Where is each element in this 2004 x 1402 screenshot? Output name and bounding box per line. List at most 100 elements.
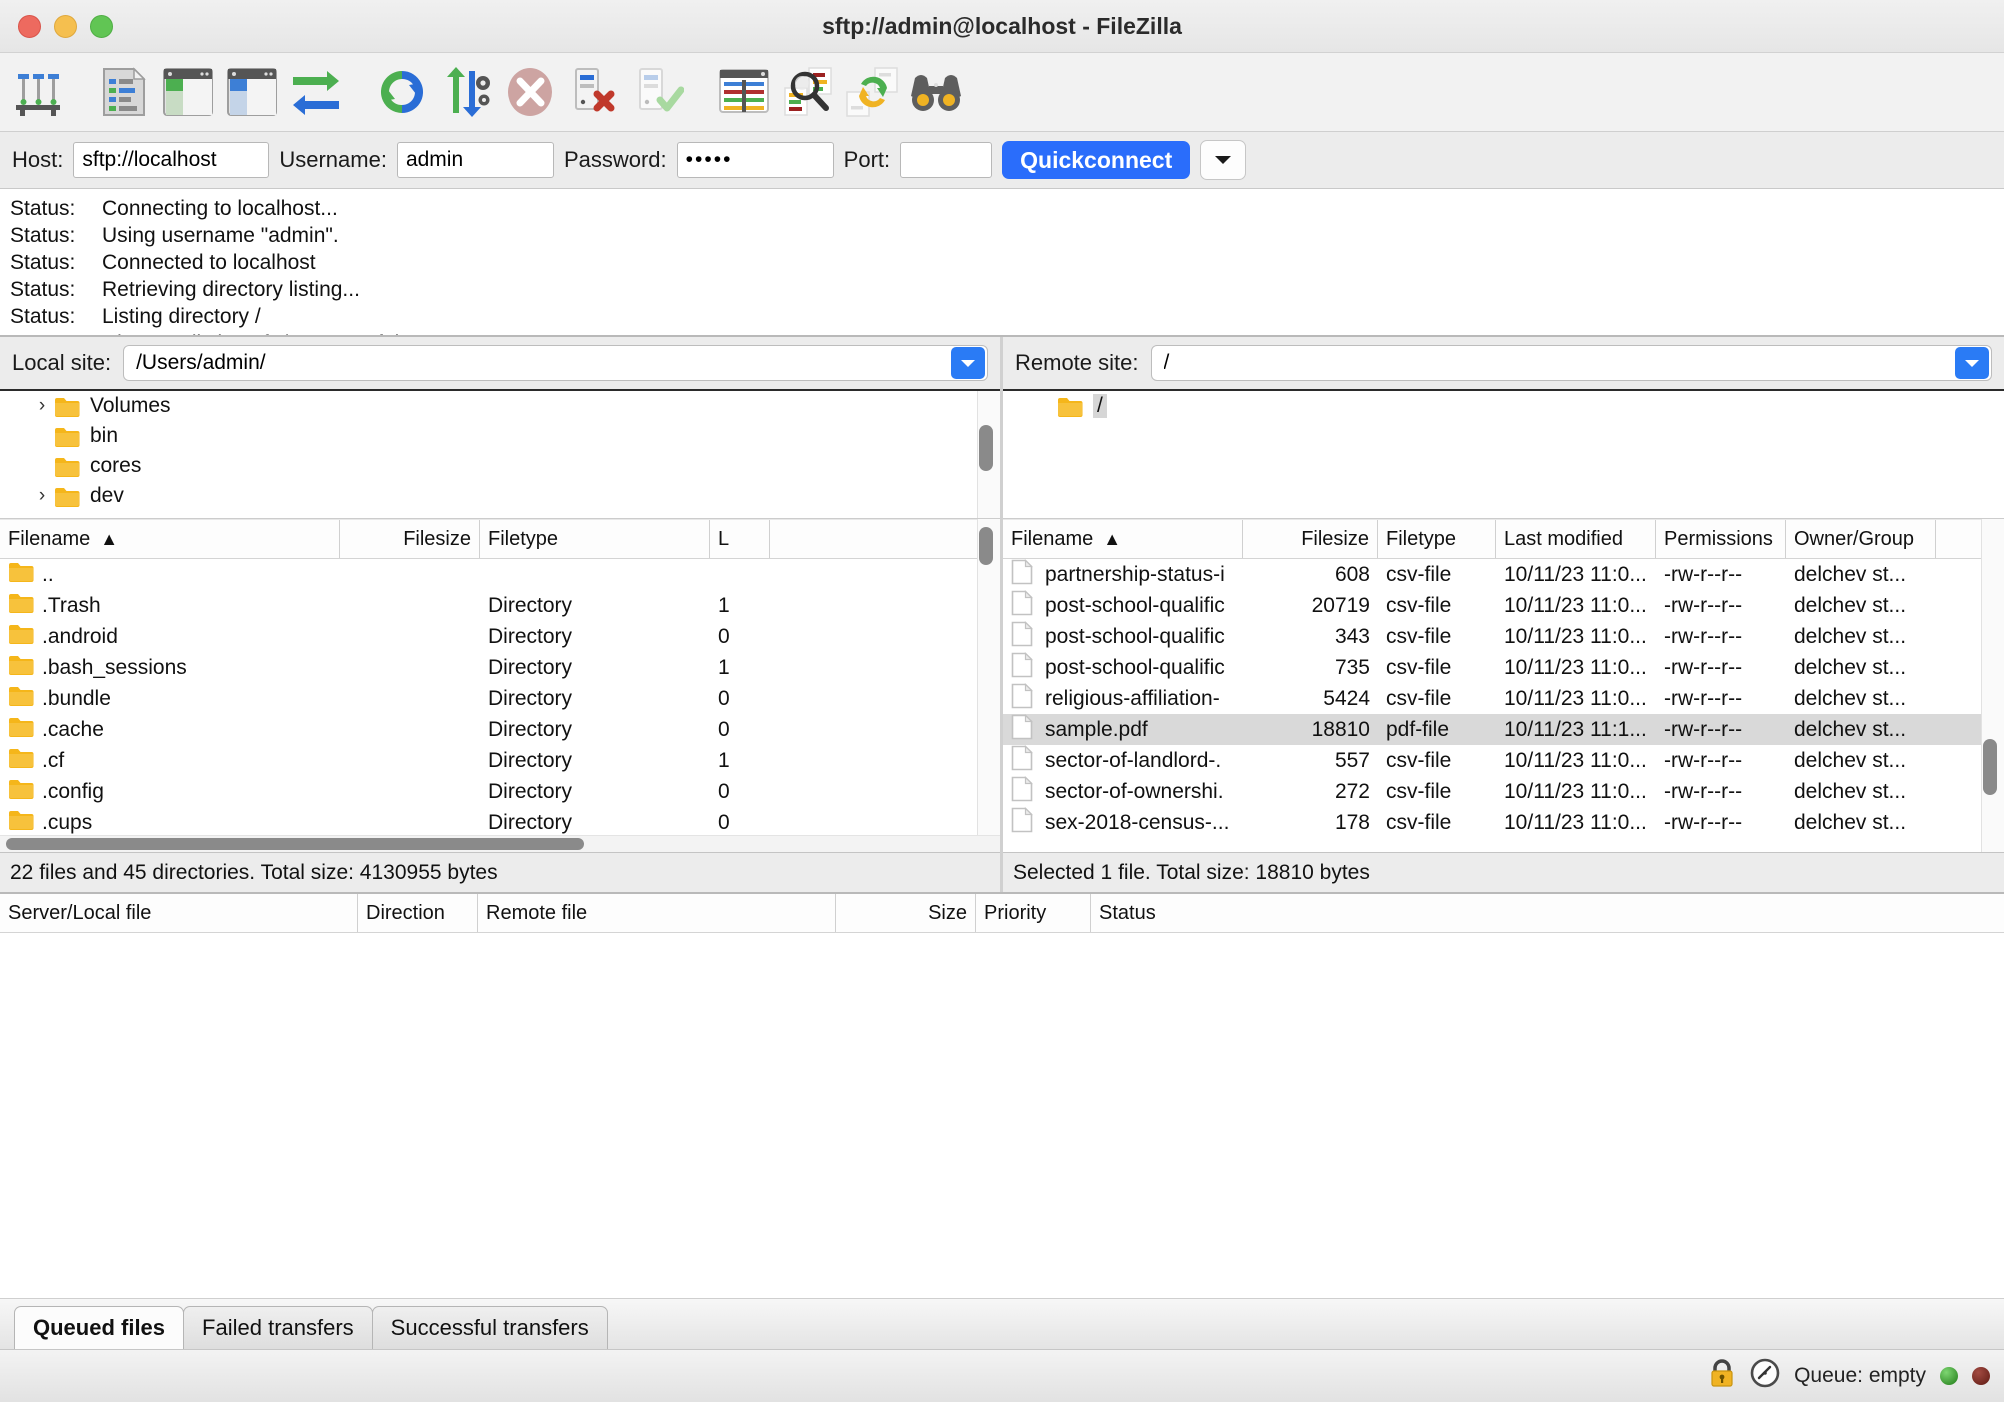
- local-table-row[interactable]: .cf Directory 1: [0, 745, 1000, 776]
- toggle-remote-tree-icon[interactable]: [222, 62, 282, 122]
- site-manager-icon[interactable]: [8, 62, 68, 122]
- local-site-dropdown-button[interactable]: [951, 347, 985, 379]
- find-files-icon[interactable]: [906, 62, 966, 122]
- remote-file-list[interactable]: Filename ▲ Filesize Filetype Last modifi…: [1003, 519, 2004, 852]
- local-tree-item[interactable]: bin: [0, 421, 1000, 451]
- close-window-button[interactable]: [18, 14, 41, 38]
- queue-column-priority[interactable]: Priority: [976, 894, 1091, 932]
- local-tree-item[interactable]: cores: [0, 451, 1000, 481]
- tab-failed-transfers[interactable]: Failed transfers: [183, 1306, 373, 1349]
- remote-column-filename[interactable]: Filename ▲: [1003, 520, 1243, 558]
- file-icon: [1011, 683, 1033, 708]
- remote-column-filetype[interactable]: Filetype: [1378, 520, 1496, 558]
- chevron-right-icon[interactable]: ›: [30, 485, 54, 507]
- local-list-hscrollbar-thumb[interactable]: [6, 838, 584, 850]
- remote-directory-tree[interactable]: /: [1003, 391, 2004, 519]
- local-table-row[interactable]: .Trash Directory 1: [0, 590, 1000, 621]
- remote-table-row[interactable]: post-school-qualific 343 csv-file 10/11/23 …: [1003, 621, 2004, 652]
- password-input[interactable]: [676, 142, 834, 178]
- remote-column-lastmodified[interactable]: Last modified: [1496, 520, 1656, 558]
- local-list-scrollbar-thumb[interactable]: [979, 527, 993, 565]
- tab-successful-transfers[interactable]: Successful transfers: [371, 1306, 608, 1349]
- port-label: Port:: [843, 147, 891, 172]
- remote-tree-item[interactable]: /: [1003, 391, 2004, 421]
- disconnect-icon[interactable]: [564, 62, 624, 122]
- local-file-list[interactable]: Filename ▲ Filesize Filetype L .. .Trash D…: [0, 519, 1000, 852]
- remote-column-permissions[interactable]: Permissions: [1656, 520, 1786, 558]
- remote-cell-filename-text: sex-2018-census-...: [1045, 810, 1230, 834]
- quickconnect-button[interactable]: Quickconnect: [1002, 141, 1191, 179]
- remote-cell-permissions: -rw-r--r--: [1664, 593, 1743, 617]
- minimize-window-button[interactable]: [54, 14, 77, 38]
- queue-column-status[interactable]: Status: [1091, 894, 1291, 932]
- cancel-icon[interactable]: [500, 62, 560, 122]
- local-site-input[interactable]: /Users/admin/: [123, 345, 988, 381]
- tab-queued-files[interactable]: Queued files: [14, 1306, 185, 1349]
- toggle-local-tree-icon[interactable]: [158, 62, 218, 122]
- remote-table-row[interactable]: partnership-status-i 608 csv-file 10/11/23 …: [1003, 559, 2004, 590]
- queue-column-serverlocalfile[interactable]: Server/Local file: [0, 894, 358, 932]
- remote-list-scroll-track[interactable]: [1981, 519, 2004, 852]
- transfer-queue-body[interactable]: [0, 933, 2004, 1298]
- remote-table-row[interactable]: sector-of-ownershi. 272 csv-file 10/11/23 1…: [1003, 776, 2004, 807]
- local-tree-item[interactable]: › dev: [0, 481, 1000, 511]
- port-input[interactable]: [900, 142, 993, 178]
- local-cell-filesize: [340, 652, 480, 683]
- quickconnect-dropdown-button[interactable]: [1200, 140, 1247, 180]
- remote-list-scrollbar-thumb[interactable]: [1983, 739, 1997, 795]
- local-cell-filetype: Directory: [488, 655, 573, 679]
- local-cell-filename-text: ..: [42, 562, 54, 586]
- reconnect-icon[interactable]: [628, 62, 688, 122]
- remote-file-rows[interactable]: partnership-status-i 608 csv-file 10/11/23 …: [1003, 559, 2004, 852]
- quickconnect-bar: Host: Username: Password: Port: Quickcon…: [0, 132, 2004, 189]
- compare-directories-icon[interactable]: [778, 62, 838, 122]
- local-table-row[interactable]: .config Directory 0: [0, 776, 1000, 807]
- queue-column-size[interactable]: Size: [836, 894, 976, 932]
- folder-icon: [9, 656, 34, 675]
- local-list-scroll-track[interactable]: [977, 519, 1000, 852]
- local-cell-lastmodified: 1: [718, 748, 730, 772]
- chevron-right-icon[interactable]: ›: [30, 395, 54, 417]
- maximize-window-button[interactable]: [90, 14, 113, 38]
- local-table-row[interactable]: .bundle Directory 0: [0, 683, 1000, 714]
- file-icon: [1011, 652, 1033, 677]
- remote-table-row[interactable]: sample.pdf 18810 pdf-file 10/11/23 11:1... -…: [1003, 714, 2004, 745]
- local-cell-filetype: Directory: [488, 593, 573, 617]
- message-log[interactable]: Status: Connecting to localhost... Status:…: [0, 189, 2004, 337]
- filter-icon[interactable]: [714, 62, 774, 122]
- remote-table-row[interactable]: sector-of-landlord-. 557 csv-file 10/11/23 …: [1003, 745, 2004, 776]
- local-list-hscrollbar[interactable]: [0, 835, 1000, 852]
- local-table-row[interactable]: .bash_sessions Directory 1: [0, 652, 1000, 683]
- local-table-row[interactable]: .cache Directory 0: [0, 714, 1000, 745]
- local-directory-tree[interactable]: › Volumes bin cores › dev: [0, 391, 1000, 519]
- remote-column-filesize[interactable]: Filesize: [1243, 520, 1378, 558]
- remote-site-dropdown-button[interactable]: [1955, 347, 1989, 379]
- remote-table-row[interactable]: post-school-qualific 20719 csv-file 10/11/2…: [1003, 590, 2004, 621]
- username-input[interactable]: [396, 142, 554, 178]
- remote-table-row[interactable]: sex-2018-census-... 178 csv-file 10/11/23 1…: [1003, 807, 2004, 838]
- remote-site-path: /: [1163, 351, 1170, 374]
- local-table-row[interactable]: ..: [0, 559, 1000, 590]
- process-queue-icon[interactable]: [436, 62, 496, 122]
- remote-table-row[interactable]: post-school-qualific 735 csv-file 10/11/23 …: [1003, 652, 2004, 683]
- host-input[interactable]: [73, 142, 270, 178]
- local-cell-filename: .Trash: [0, 590, 340, 621]
- local-tree-item[interactable]: › Volumes: [0, 391, 1000, 421]
- local-tree-scrollbar-thumb[interactable]: [979, 425, 993, 471]
- remote-site-input[interactable]: /: [1150, 345, 1992, 381]
- local-table-row[interactable]: .cups Directory 0: [0, 807, 1000, 835]
- toggle-transfer-queue-icon[interactable]: [286, 62, 346, 122]
- toggle-message-log-icon[interactable]: [94, 62, 154, 122]
- remote-column-ownergroup[interactable]: Owner/Group: [1786, 520, 1936, 558]
- synchronized-browsing-icon[interactable]: [842, 62, 902, 122]
- refresh-icon[interactable]: [372, 62, 432, 122]
- local-column-lastmodified[interactable]: L: [710, 520, 770, 558]
- local-file-rows[interactable]: .. .Trash Directory 1 .android Directory 0 .bas…: [0, 559, 1000, 835]
- remote-table-row[interactable]: religious-affiliation- 5424 csv-file 10/11/…: [1003, 683, 2004, 714]
- local-column-filesize[interactable]: Filesize: [340, 520, 480, 558]
- queue-column-direction[interactable]: Direction: [358, 894, 478, 932]
- local-column-filename[interactable]: Filename ▲: [0, 520, 340, 558]
- local-table-row[interactable]: .android Directory 0: [0, 621, 1000, 652]
- queue-column-remotefile[interactable]: Remote file: [478, 894, 836, 932]
- local-column-filetype[interactable]: Filetype: [480, 520, 710, 558]
